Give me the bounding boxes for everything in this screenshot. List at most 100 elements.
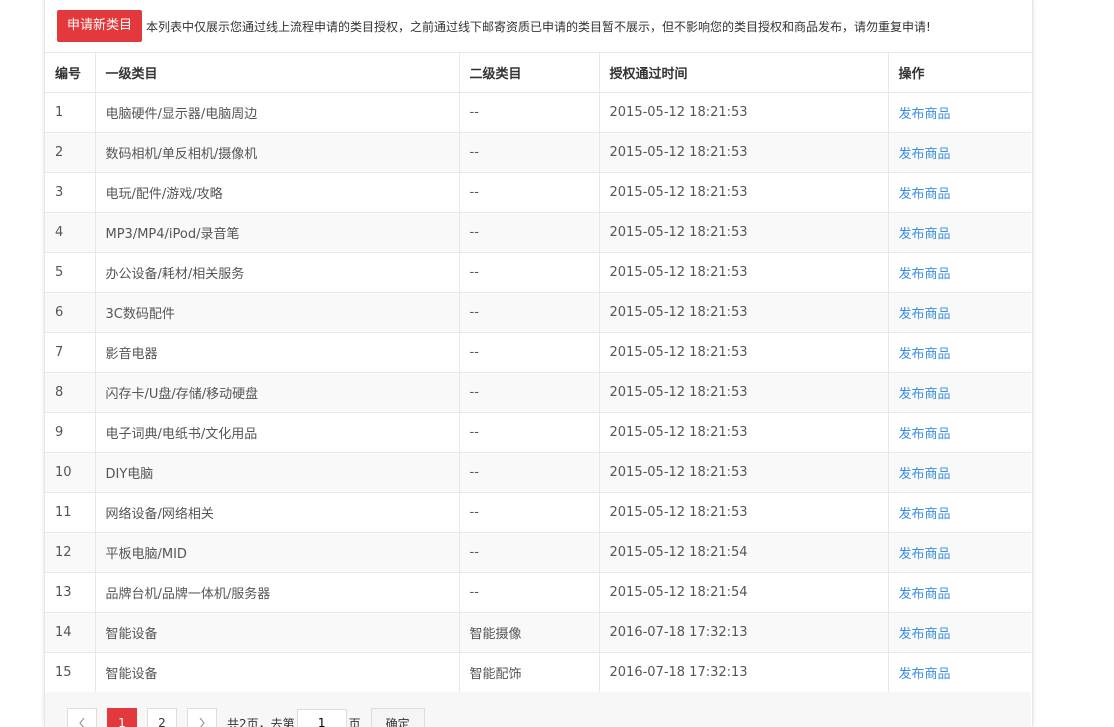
table-row: 7 影音电器 -- 2015-05-12 18:21:53 发布商品 xyxy=(45,332,1031,373)
cell-no: 12 xyxy=(45,532,96,573)
cell-action: 发布商品 xyxy=(888,252,1031,293)
next-page-button[interactable] xyxy=(187,708,217,727)
apply-new-category-button[interactable]: 申请新类目 xyxy=(57,10,143,42)
chevron-left-icon xyxy=(79,717,85,727)
cell-no: 11 xyxy=(45,492,96,533)
cell-category-level2: -- xyxy=(459,212,600,253)
publish-product-link[interactable]: 发布商品 xyxy=(899,227,951,242)
publish-product-link[interactable]: 发布商品 xyxy=(899,387,951,402)
pagination: 1 2 共2页，去第 页 确定 xyxy=(45,692,1031,727)
notice-text: 本列表中仅展示您通过线上流程申请的类目授权，之前通过线下邮寄资质已申请的类目暂不… xyxy=(146,19,931,34)
cell-auth-time: 2015-05-12 18:21:53 xyxy=(599,412,889,453)
page-jump-input[interactable] xyxy=(296,709,347,727)
cell-auth-time: 2016-07-18 17:32:13 xyxy=(599,612,889,653)
header-action: 操作 xyxy=(888,53,1031,93)
cell-action: 发布商品 xyxy=(888,572,1031,613)
cell-no: 7 xyxy=(45,332,96,373)
cell-auth-time: 2015-05-12 18:21:53 xyxy=(599,132,889,173)
publish-product-link[interactable]: 发布商品 xyxy=(899,507,951,522)
publish-product-link[interactable]: 发布商品 xyxy=(899,547,951,562)
cell-auth-time: 2015-05-12 18:21:53 xyxy=(599,92,889,133)
cell-action: 发布商品 xyxy=(888,412,1031,453)
table-row: 14 智能设备 智能摄像 2016-07-18 17:32:13 发布商品 xyxy=(45,612,1031,653)
pager-page-suffix: 页 xyxy=(348,716,361,727)
table-row: 8 闪存卡/U盘/存储/移动硬盘 -- 2015-05-12 18:21:53 发布商品 xyxy=(45,372,1031,413)
table-row: 9 电子词典/电纸书/文化用品 -- 2015-05-12 18:21:53 发布商品 xyxy=(45,412,1031,453)
cell-category-level2: -- xyxy=(459,172,600,213)
cell-no: 4 xyxy=(45,212,96,253)
prev-page-button[interactable] xyxy=(67,708,97,727)
publish-product-link[interactable]: 发布商品 xyxy=(899,627,951,642)
publish-product-link[interactable]: 发布商品 xyxy=(899,187,951,202)
cell-category-level2: -- xyxy=(459,252,600,293)
cell-action: 发布商品 xyxy=(888,452,1031,493)
cell-category-level1: 电脑硬件/显示器/电脑周边 xyxy=(95,92,460,133)
cell-category-level2: -- xyxy=(459,572,600,613)
publish-product-link[interactable]: 发布商品 xyxy=(899,667,951,682)
publish-product-link[interactable]: 发布商品 xyxy=(899,267,951,282)
cell-no: 3 xyxy=(45,172,96,213)
cell-category-level1: 品牌台机/品牌一体机/服务器 xyxy=(95,572,460,613)
notice-bar: 申请新类目 本列表中仅展示您通过线上流程申请的类目授权，之前通过线下邮寄资质已申… xyxy=(45,0,1032,53)
publish-product-link[interactable]: 发布商品 xyxy=(899,587,951,602)
cell-no: 1 xyxy=(45,92,96,133)
category-table: 编号 一级类目 二级类目 授权通过时间 操作 1 电脑硬件/显示器/电脑周边 -- 2… xyxy=(45,53,1031,693)
cell-action: 发布商品 xyxy=(888,132,1031,173)
table-row: 1 电脑硬件/显示器/电脑周边 -- 2015-05-12 18:21:53 发布商品 xyxy=(45,92,1031,133)
cell-category-level2: -- xyxy=(459,332,600,373)
cell-action: 发布商品 xyxy=(888,92,1031,133)
cell-no: 5 xyxy=(45,252,96,293)
publish-product-link[interactable]: 发布商品 xyxy=(899,307,951,322)
table-row: 4 MP3/MP4/iPod/录音笔 -- 2015-05-12 18:21:53 发布… xyxy=(45,212,1031,253)
category-auth-panel: 申请新类目 本列表中仅展示您通过线上流程申请的类目授权，之前通过线下邮寄资质已申… xyxy=(44,0,1033,727)
publish-product-link[interactable]: 发布商品 xyxy=(899,107,951,122)
cell-category-level1: 数码相机/单反相机/摄像机 xyxy=(95,132,460,173)
cell-action: 发布商品 xyxy=(888,532,1031,573)
cell-auth-time: 2015-05-12 18:21:53 xyxy=(599,492,889,533)
cell-no: 15 xyxy=(45,652,96,693)
publish-product-link[interactable]: 发布商品 xyxy=(899,427,951,442)
cell-category-level2: -- xyxy=(459,92,600,133)
cell-category-level1: 智能设备 xyxy=(95,652,460,693)
cell-category-level2: -- xyxy=(459,492,600,533)
table-body: 1 电脑硬件/显示器/电脑周边 -- 2015-05-12 18:21:53 发布商品 2… xyxy=(45,92,1031,693)
cell-action: 发布商品 xyxy=(888,652,1031,693)
cell-category-level1: 智能设备 xyxy=(95,612,460,653)
cell-action: 发布商品 xyxy=(888,212,1031,253)
header-category-level1: 一级类目 xyxy=(95,53,460,93)
cell-no: 9 xyxy=(45,412,96,453)
cell-auth-time: 2015-05-12 18:21:53 xyxy=(599,212,889,253)
cell-category-level2: 智能配饰 xyxy=(459,652,600,693)
table-row: 3 电玩/配件/游戏/攻略 -- 2015-05-12 18:21:53 发布商品 xyxy=(45,172,1031,213)
page-button-1[interactable]: 1 xyxy=(107,708,137,727)
cell-category-level1: 电玩/配件/游戏/攻略 xyxy=(95,172,460,213)
table-row: 13 品牌台机/品牌一体机/服务器 -- 2015-05-12 18:21:54 发布商… xyxy=(45,572,1031,613)
cell-category-level2: -- xyxy=(459,372,600,413)
page-button-2[interactable]: 2 xyxy=(147,708,177,727)
cell-category-level2: -- xyxy=(459,292,600,333)
header-category-level2: 二级类目 xyxy=(459,53,600,93)
cell-category-level2: -- xyxy=(459,452,600,493)
header-auth-time: 授权通过时间 xyxy=(599,53,889,93)
cell-no: 8 xyxy=(45,372,96,413)
cell-action: 发布商品 xyxy=(888,172,1031,213)
publish-product-link[interactable]: 发布商品 xyxy=(899,467,951,482)
cell-auth-time: 2015-05-12 18:21:54 xyxy=(599,572,889,613)
table-header-row: 编号 一级类目 二级类目 授权通过时间 操作 xyxy=(45,53,1031,93)
cell-category-level1: DIY电脑 xyxy=(95,452,460,493)
cell-category-level1: 闪存卡/U盘/存储/移动硬盘 xyxy=(95,372,460,413)
publish-product-link[interactable]: 发布商品 xyxy=(899,347,951,362)
cell-auth-time: 2015-05-12 18:21:53 xyxy=(599,332,889,373)
cell-action: 发布商品 xyxy=(888,612,1031,653)
page-jump-confirm-button[interactable]: 确定 xyxy=(370,708,425,727)
cell-action: 发布商品 xyxy=(888,292,1031,333)
publish-product-link[interactable]: 发布商品 xyxy=(899,147,951,162)
cell-auth-time: 2015-05-12 18:21:53 xyxy=(599,252,889,293)
pager-total-text: 共2页，去第 xyxy=(227,716,295,727)
table-row: 5 办公设备/耗材/相关服务 -- 2015-05-12 18:21:53 发布商品 xyxy=(45,252,1031,293)
header-no: 编号 xyxy=(45,53,96,93)
cell-category-level1: MP3/MP4/iPod/录音笔 xyxy=(95,212,460,253)
cell-auth-time: 2015-05-12 18:21:53 xyxy=(599,452,889,493)
cell-category-level1: 网络设备/网络相关 xyxy=(95,492,460,533)
table-row: 6 3C数码配件 -- 2015-05-12 18:21:53 发布商品 xyxy=(45,292,1031,333)
